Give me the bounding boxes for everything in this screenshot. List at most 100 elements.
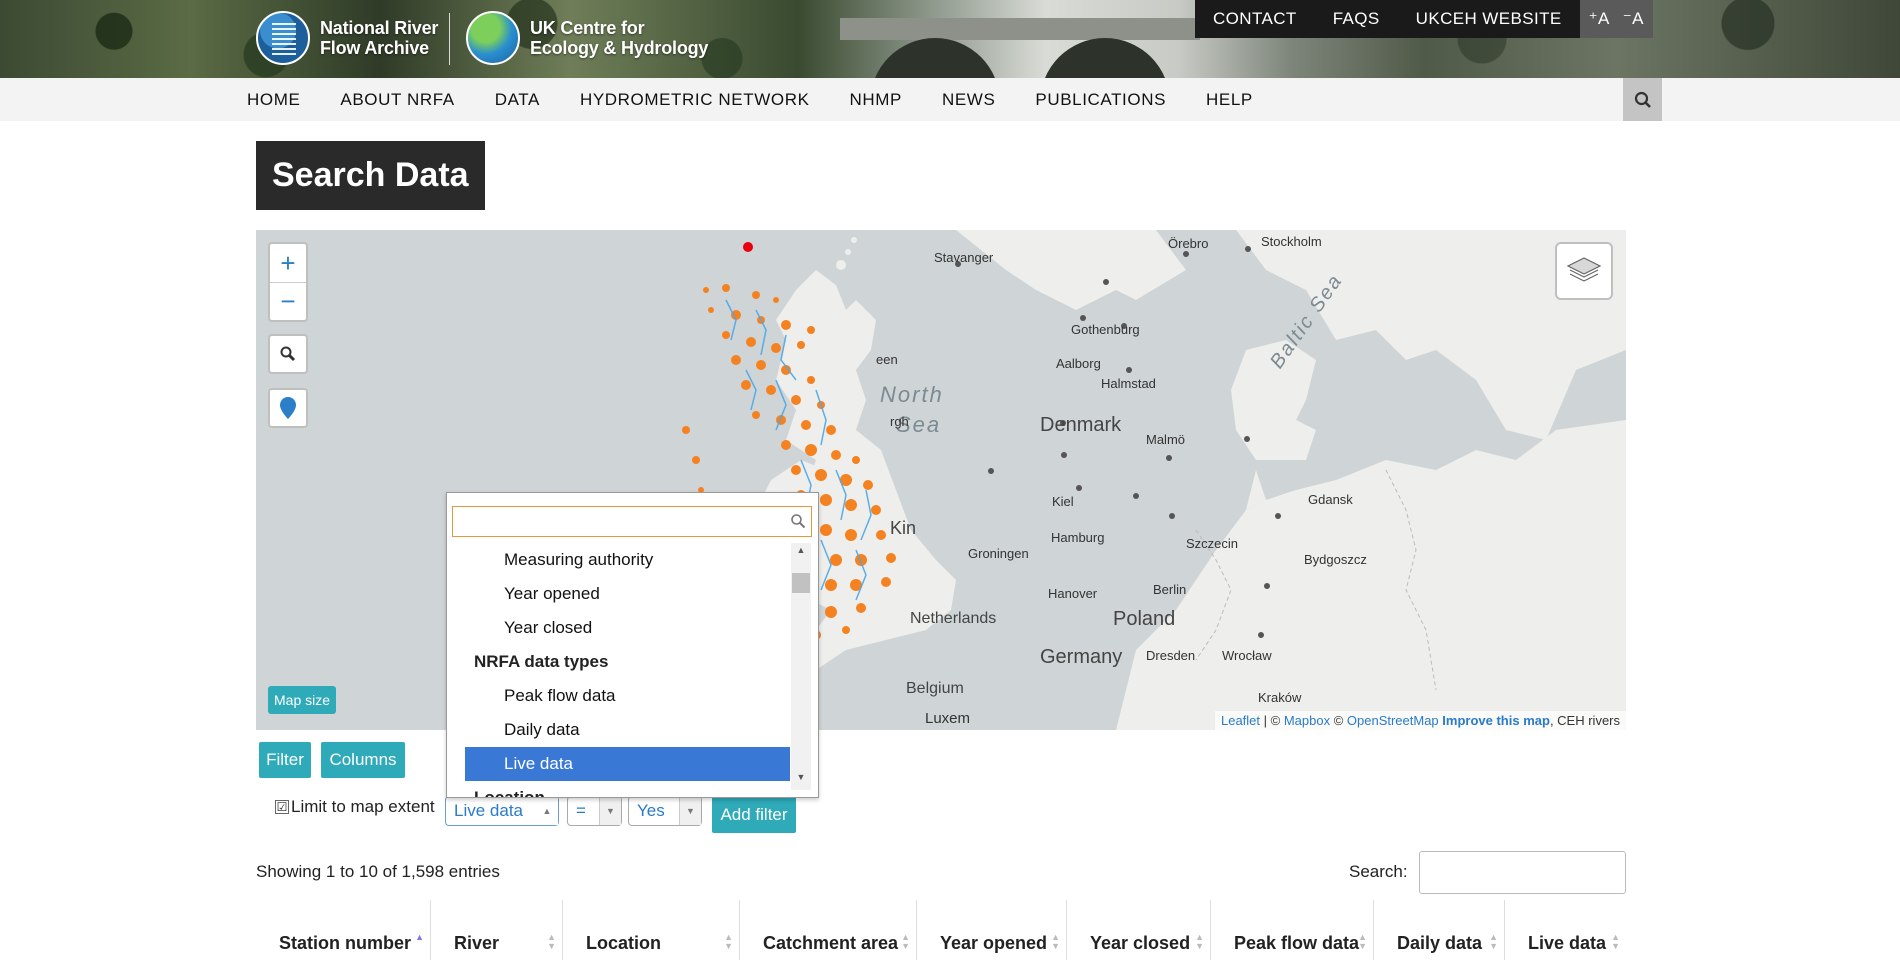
nav-item-news[interactable]: NEWS [942,78,995,121]
map-label-stavanger: Stavanger [934,250,994,265]
sort-icon: ▲ ▼ [1358,932,1367,951]
option-year-opened[interactable]: Year opened [465,577,790,611]
selected-station-marker [743,242,753,252]
group-nrfa-data-types: NRFA data types [474,652,609,671]
dropdown-scrollbar[interactable]: ▲ ▼ [791,543,811,790]
caret-up-icon: ▲ [536,797,558,825]
column-header-station-number[interactable]: Station number ▲ [256,900,431,960]
option-peak-flow-data[interactable]: Peak flow data [465,679,790,713]
map-label-luxem: Luxem [925,710,971,727]
nav-item-publications[interactable]: PUBLICATIONS [1035,78,1166,121]
sort-ascending-icon: ▲ [415,932,424,942]
group-location: Location [474,788,545,798]
search-icon [1634,91,1651,108]
filter-value-select[interactable]: Yes ▼ [628,796,702,826]
ukceh-website-link[interactable]: UKCEH WEBSITE [1398,0,1580,38]
column-header-peak-flow-data[interactable]: Peak flow data ▲ ▼ [1211,900,1374,960]
page-title: Search Data [256,141,485,210]
column-header-year-closed[interactable]: Year closed ▲ ▼ [1067,900,1211,960]
caret-down-icon: ▼ [599,797,621,825]
leaflet-link[interactable]: Leaflet [1221,713,1260,728]
column-header-catchment-area[interactable]: Catchment area ▲ ▼ [740,900,917,960]
scrollbar-thumb[interactable] [792,573,810,593]
column-header-river[interactable]: River ▲ ▼ [431,900,563,960]
layers-icon [1566,257,1602,282]
zoom-in-button[interactable]: + [270,244,306,282]
site-search-button[interactable] [1623,78,1662,121]
nav-item-home[interactable]: HOME [247,78,300,121]
caret-down-icon: ▼ [679,797,701,825]
font-decrease-button[interactable]: ⁻A [1618,0,1653,38]
nav-item-data[interactable]: DATA [495,78,540,121]
font-increase-button[interactable]: ⁺A [1579,0,1619,38]
improve-map-link[interactable]: Improve this map [1442,713,1550,728]
dropdown-search-input[interactable] [452,506,812,537]
sort-icon: ▲ ▼ [1489,932,1498,951]
column-header-location[interactable]: Location ▲ ▼ [563,900,740,960]
column-header-live-data[interactable]: Live data ▲ ▼ [1505,900,1626,960]
nav-item-nhmp[interactable]: NHMP [850,78,902,121]
column-header-label: Location [586,933,661,953]
sort-icon: ▲ ▼ [547,932,556,951]
sort-icon: ▲ ▼ [724,932,733,951]
openstreetmap-link[interactable]: OpenStreetMap [1347,713,1439,728]
attribution-sep: © [1330,713,1347,728]
column-header-label: Live data [1528,933,1607,953]
column-header-year-opened[interactable]: Year opened ▲ ▼ [917,900,1067,960]
option-daily-data[interactable]: Daily data [465,713,790,747]
ukceh-logo[interactable]: UK Centre for Ecology & Hydrology [466,11,708,65]
dropdown-options-list: Measuring authority Year opened Year clo… [465,543,790,798]
nrfa-logo-icon [256,11,310,65]
top-utility-bar: CONTACT FAQS UKCEH WEBSITE ⁺A ⁻A [1195,0,1653,38]
map-label-szczecin: Szczecin [1186,536,1239,551]
filter-button[interactable]: Filter [259,742,311,778]
table-search-input[interactable] [1419,851,1626,894]
map-label-poland: Poland [1113,608,1176,630]
option-live-data[interactable]: Live data [465,747,790,781]
map-label-een: een [876,352,898,367]
limit-checkbox[interactable]: ☑ [275,800,289,814]
column-header-daily-data[interactable]: Daily data ▲ ▼ [1374,900,1505,960]
map-label-gdansk: Gdansk [1308,492,1353,507]
map-label-belgium: Belgium [906,680,964,697]
column-header-label: Station number [279,933,412,953]
zoom-control: + − [268,242,308,322]
map-label-malmo: Malmö [1146,432,1186,447]
sort-icon: ▲ ▼ [1195,932,1204,951]
limit-to-map-extent[interactable]: ☑ Limit to map extent [275,797,435,817]
nrfa-logo[interactable]: National River Flow Archive [256,11,438,65]
layers-control-button[interactable] [1555,242,1613,300]
filter-field-dropdown: Measuring authority Year opened Year clo… [446,492,819,798]
locate-marker-button[interactable] [268,388,308,428]
column-header-label: Daily data [1397,933,1483,953]
map-size-button[interactable]: Map size [268,686,337,714]
scroll-down-icon[interactable]: ▼ [791,772,811,788]
map-label-gothenburg: Gothenburg [1071,322,1140,337]
zoom-out-button[interactable]: − [270,282,306,320]
map-label-north: North [880,382,944,407]
contact-link[interactable]: CONTACT [1195,0,1315,38]
nav-item-about-nrfa[interactable]: ABOUT NRFA [340,78,454,121]
ukceh-logo-line2: Ecology & Hydrology [530,38,709,58]
filter-operator-value: = [576,801,586,820]
map-label-orebro: Örebro [1168,236,1209,251]
map-label-netherlands: Netherlands [910,610,997,627]
scroll-up-icon[interactable]: ▲ [791,545,811,561]
option-year-closed[interactable]: Year closed [465,611,790,645]
filter-operator-select[interactable]: = ▼ [567,796,622,826]
table-search-label: Search: [1349,862,1408,881]
faqs-link[interactable]: FAQS [1315,0,1398,38]
column-header-label: Peak flow data [1234,933,1360,953]
add-filter-button[interactable]: Add filter [712,796,796,833]
map-label-groningen: Groningen [968,546,1029,561]
map-search-button[interactable] [268,334,308,374]
column-header-label: Year opened [940,933,1048,953]
filter-field-select[interactable]: Live data ▲ [445,796,559,826]
nav-item-help[interactable]: HELP [1206,78,1253,121]
limit-label: Limit to map extent [291,797,435,816]
option-measuring-authority[interactable]: Measuring authority [465,543,790,577]
nav-item-hydrometric-network[interactable]: HYDROMETRIC NETWORK [580,78,810,121]
map-label-hamburg: Hamburg [1051,530,1105,545]
columns-button[interactable]: Columns [321,742,405,778]
mapbox-link[interactable]: Mapbox [1284,713,1330,728]
